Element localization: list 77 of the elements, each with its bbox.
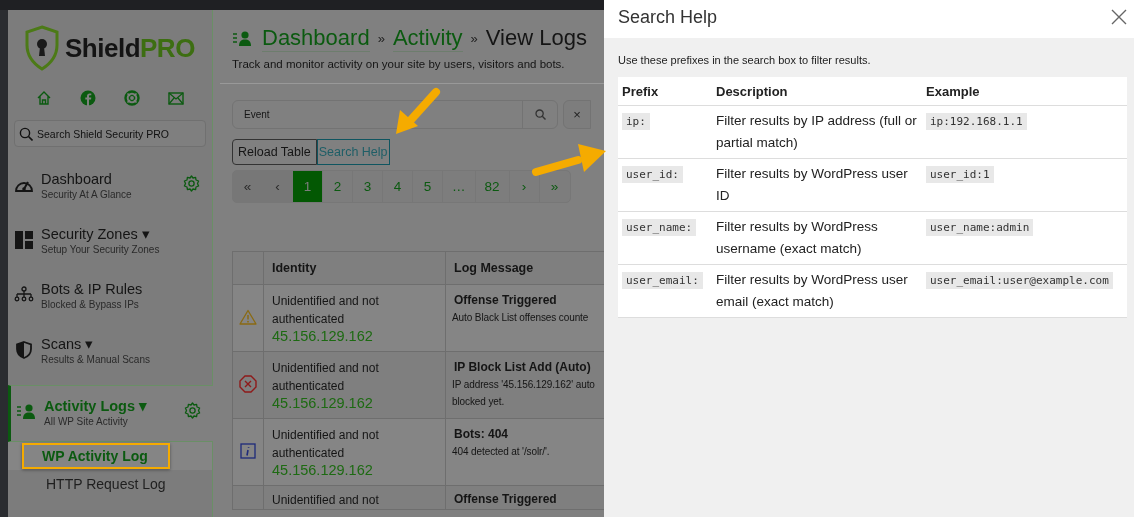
column-header: Description — [712, 77, 922, 106]
page-button[interactable]: … — [443, 171, 476, 202]
description-text: Filter results by WordPress user ID — [716, 166, 908, 203]
description-text: Filter results by WordPress user email (exact match) — [716, 272, 908, 309]
example-code: user_email:user@example.com — [926, 272, 1113, 289]
submenu-item[interactable]: HTTP Request Log — [22, 471, 188, 497]
example-code: user_name:admin — [926, 219, 1034, 236]
identity-text: Unidentified and not — [272, 492, 380, 509]
settings-icon[interactable] — [183, 175, 200, 192]
nav-item[interactable]: Activity Logs ▾ All WP Site Activity — [8, 385, 213, 442]
page-button[interactable]: 4 — [383, 171, 413, 202]
ip-address: 45.156.129.162 — [272, 328, 374, 345]
prefix-code: user_name: — [622, 219, 697, 236]
network-icon — [14, 286, 34, 302]
annotation-arrow — [396, 88, 440, 134]
submenu-item[interactable]: WP Activity Log — [22, 443, 170, 469]
nav-item[interactable]: Scans ▾ Results & Manual Scans — [8, 330, 212, 385]
search-icon — [19, 126, 33, 141]
column-header: Log Message — [445, 251, 604, 285]
modal-title: Search Help — [618, 6, 718, 28]
breadcrumb-link[interactable]: Dashboard — [262, 24, 370, 52]
page-button[interactable]: 5 — [413, 171, 443, 202]
log-message: blocked yet. — [452, 395, 506, 409]
page-button[interactable]: 3 — [353, 171, 383, 202]
search-icon — [534, 109, 546, 120]
example-code: ip:192.168.1.1 — [926, 113, 1027, 130]
log-message: 404 detected at '/solr/'. — [452, 445, 551, 459]
page-description: Track and monitor activity on your site by users, visitors and bots. — [231, 58, 566, 70]
log-title: Bots: 404 — [454, 426, 510, 443]
column-header: Example — [922, 77, 1127, 106]
log-title: Offense Triggered — [454, 491, 558, 508]
shield-logo-icon — [25, 25, 59, 71]
description-text: Filter results by IP address (full or partial match) — [716, 113, 917, 150]
search-field[interactable]: Search Shield Security PRO — [14, 120, 206, 147]
prefix-code: user_id: — [622, 166, 683, 183]
nav-item[interactable]: Security Zones ▾ Setup Your Security Zones — [8, 220, 212, 275]
log-message: Auto Black List offenses counte — [452, 311, 590, 325]
lifebuoy-icon[interactable] — [124, 90, 140, 106]
prefix-code: user_email: — [622, 272, 703, 289]
log-title: IP Block List Add (Auto) — [454, 359, 592, 376]
ip-address: 45.156.129.162 — [272, 395, 374, 412]
page-button[interactable]: 1 — [293, 171, 323, 202]
prefix-code: ip: — [622, 113, 650, 130]
user-list-icon — [16, 403, 38, 419]
column-header: Identity — [263, 251, 446, 285]
log-title: Offense Triggered — [454, 292, 558, 309]
clear-button[interactable]: × — [563, 100, 591, 129]
facebook-icon[interactable] — [80, 90, 96, 106]
close-icon[interactable] — [1110, 8, 1128, 26]
page-button[interactable]: » — [539, 171, 570, 202]
column-header: Prefix — [618, 77, 712, 106]
grid-icon — [15, 231, 33, 249]
nav-item[interactable]: Bots & IP Rules Blocked & Bypass IPs — [8, 275, 212, 330]
example-code: user_id:1 — [926, 166, 994, 183]
reload-button[interactable]: Reload Table — [232, 139, 317, 165]
help-button[interactable]: Search Help — [316, 139, 390, 165]
nav-item[interactable]: Dashboard Security At A Glance — [8, 165, 212, 220]
page-button[interactable]: 2 — [323, 171, 353, 202]
user-list-icon — [232, 30, 254, 46]
home-icon[interactable] — [36, 90, 52, 106]
settings-icon[interactable] — [184, 402, 201, 419]
ip-address: 45.156.129.162 — [272, 462, 374, 479]
breadcrumb-separator: » — [470, 30, 478, 46]
page-button[interactable]: 82 — [475, 171, 510, 202]
page-title: View Logs — [485, 25, 587, 51]
page-button[interactable]: › — [509, 171, 540, 202]
description-text: Filter results by WordPress username (exact match) — [716, 219, 878, 256]
identity-text: Unidentified and not authenticated — [272, 360, 380, 395]
envelope-icon[interactable] — [168, 91, 184, 105]
breadcrumb-separator: » — [377, 30, 385, 46]
identity-text: Unidentified and not authenticated — [272, 427, 380, 462]
log-message: IP address '45.156.129.162' auto — [452, 378, 596, 392]
breadcrumb-link[interactable]: Activity — [392, 24, 463, 52]
logo-text: ShieldPRO — [65, 32, 195, 64]
intro-text: Use these prefixes in the search box to filter results. — [618, 54, 872, 66]
shield-icon — [16, 341, 32, 359]
identity-text: Unidentified and not authenticated — [272, 293, 380, 328]
